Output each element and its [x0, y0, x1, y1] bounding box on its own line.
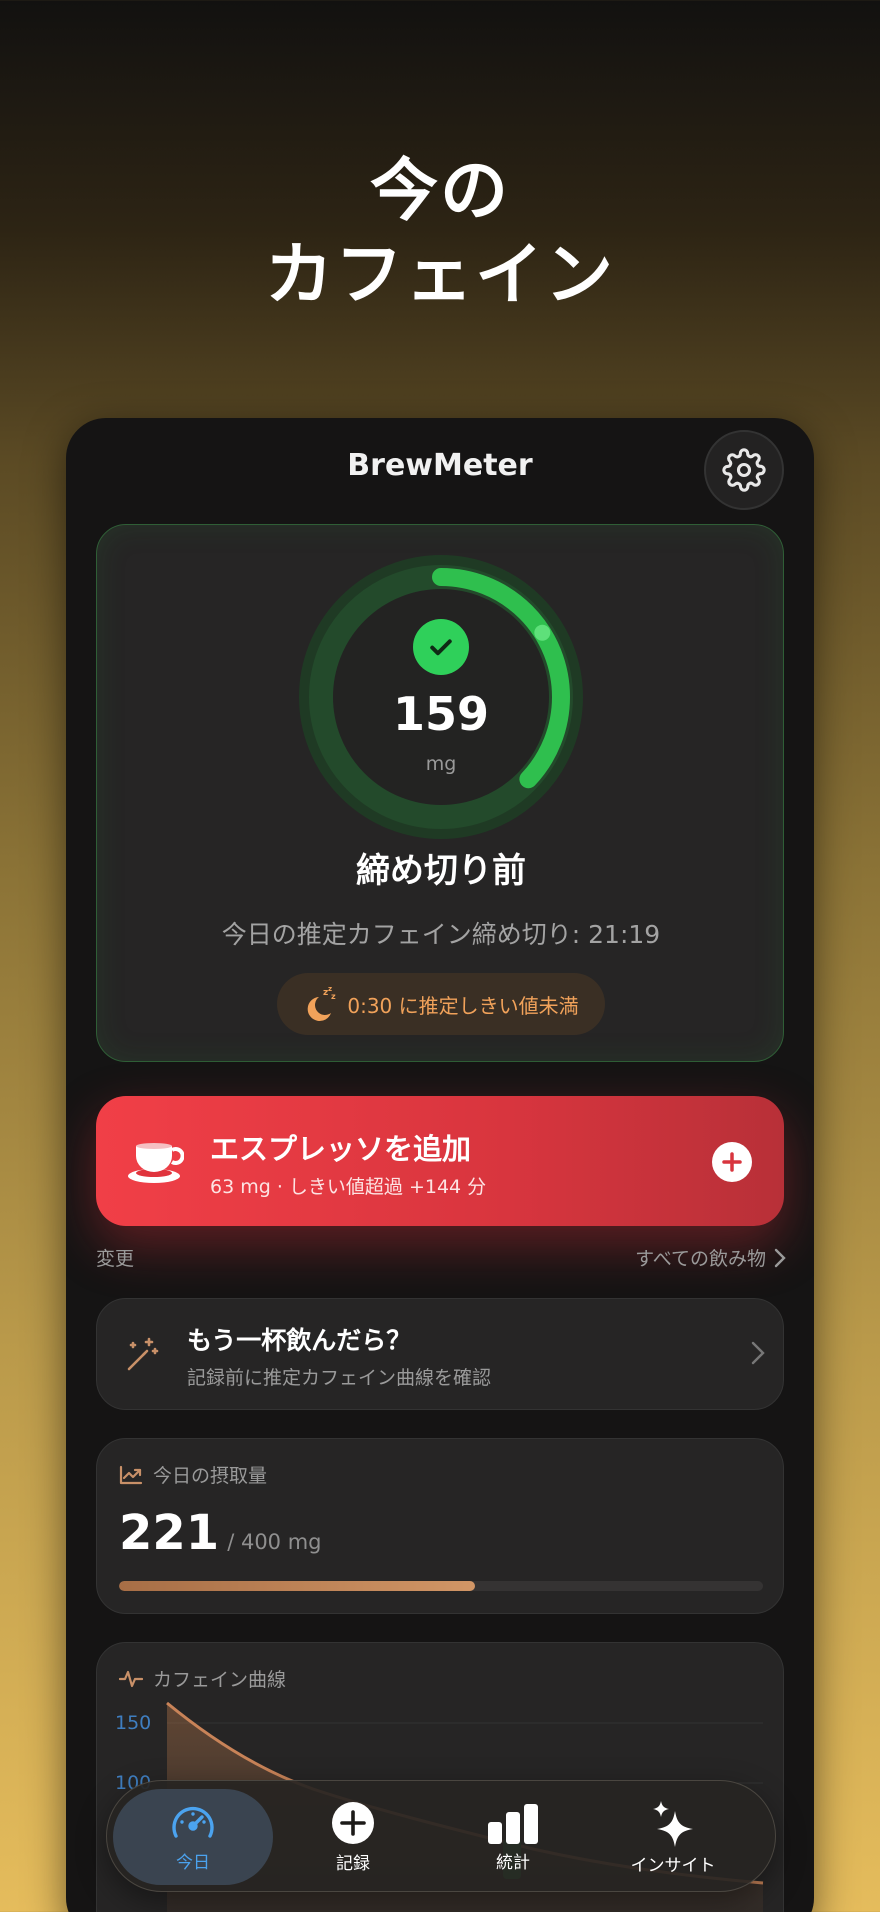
curve-header-label: カフェイン曲線 — [153, 1669, 287, 1691]
sleep-threshold-pill[interactable]: z z z 0:30 に推定しきい値未満 — [277, 973, 605, 1035]
status-subtitle: 今日の推定カフェイン締め切り: 21:19 — [221, 920, 661, 949]
what-if-title: もう一杯飲んだら？ — [187, 1326, 412, 1355]
chevron-right-icon — [774, 1248, 786, 1267]
sparkles-icon — [653, 1800, 693, 1847]
sleep-threshold-text: 0:30 に推定しきい値未満 — [347, 993, 579, 1018]
caffeine-ring-marker — [534, 624, 551, 641]
hero-line-2: カフェイン — [264, 236, 615, 315]
add-drink-subtitle: 63 mg · しきい値超過 +144 分 — [210, 1176, 487, 1198]
moon-zzz-icon: z z z — [308, 985, 336, 1021]
check-icon — [413, 619, 469, 675]
bar-chart-icon — [488, 1803, 538, 1844]
intake-header-label: 今日の摂取量 — [153, 1465, 268, 1487]
app-screen: BrewMeter 159 mg 締め切り前 今日の推定カフェイン締め切り: 2… — [66, 418, 814, 1912]
intake-value: 221 / 400 mg — [119, 1505, 322, 1561]
tab-today-label: 今日 — [176, 1852, 210, 1873]
speedometer-icon — [172, 1806, 214, 1838]
tab-log-label: 記録 — [336, 1853, 370, 1874]
gear-icon — [722, 448, 766, 492]
change-drink-link[interactable]: 変更 — [96, 1244, 134, 1271]
svg-text:z: z — [331, 992, 336, 1001]
y-tick-150: 150 — [115, 1712, 151, 1734]
add-espresso-button[interactable]: エスプレッソを追加 63 mg · しきい値超過 +144 分 — [96, 1096, 784, 1226]
tab-log[interactable]: 記録 — [273, 1789, 433, 1885]
tab-insights[interactable]: インサイト — [593, 1789, 753, 1885]
plus-icon — [712, 1142, 752, 1182]
bottom-tab-bar: 今日 記録 統計 インサイト — [106, 1780, 776, 1892]
caffeine-level-value: 159 — [392, 687, 490, 741]
intake-progress-track — [119, 1581, 763, 1591]
chevron-right-icon — [751, 1341, 765, 1365]
caffeine-level-unit: mg — [425, 753, 457, 775]
coffee-cup-icon — [128, 1143, 184, 1183]
intake-header: 今日の摂取量 — [119, 1461, 267, 1488]
magic-wand-icon — [127, 1337, 159, 1371]
hero-title: 今の カフェイン — [0, 150, 880, 318]
status-title: 締め切り前 — [356, 851, 526, 891]
settings-button[interactable] — [704, 430, 784, 510]
add-drink-title: エスプレッソを追加 — [210, 1132, 472, 1166]
daily-intake-card[interactable]: 今日の摂取量 221 / 400 mg — [96, 1438, 784, 1614]
what-if-card[interactable]: もう一杯飲んだら？ 記録前に推定カフェイン曲線を確認 — [96, 1298, 784, 1410]
all-drinks-label: すべての飲み物 — [635, 1248, 766, 1270]
trend-chart-icon — [119, 1465, 143, 1484]
curve-header: カフェイン曲線 — [119, 1665, 286, 1692]
tab-today[interactable]: 今日 — [113, 1789, 273, 1885]
hero-line-1: 今の — [369, 152, 510, 231]
what-if-subtitle: 記録前に推定カフェイン曲線を確認 — [187, 1367, 492, 1389]
all-drinks-link[interactable]: すべての飲み物 — [635, 1244, 786, 1271]
app-title: BrewMeter — [347, 448, 533, 483]
intake-amount: 221 — [119, 1505, 220, 1561]
pulse-icon — [119, 1670, 143, 1687]
intake-progress-fill — [119, 1581, 475, 1591]
intake-goal: / 400 mg — [227, 1530, 322, 1554]
plus-circle-icon — [332, 1801, 374, 1844]
caffeine-status-card[interactable]: 159 mg 締め切り前 今日の推定カフェイン締め切り: 21:19 z z z… — [96, 524, 784, 1062]
tab-insights-label: インサイト — [630, 1855, 716, 1876]
tab-stats-label: 統計 — [496, 1852, 530, 1873]
tab-stats[interactable]: 統計 — [433, 1789, 593, 1885]
